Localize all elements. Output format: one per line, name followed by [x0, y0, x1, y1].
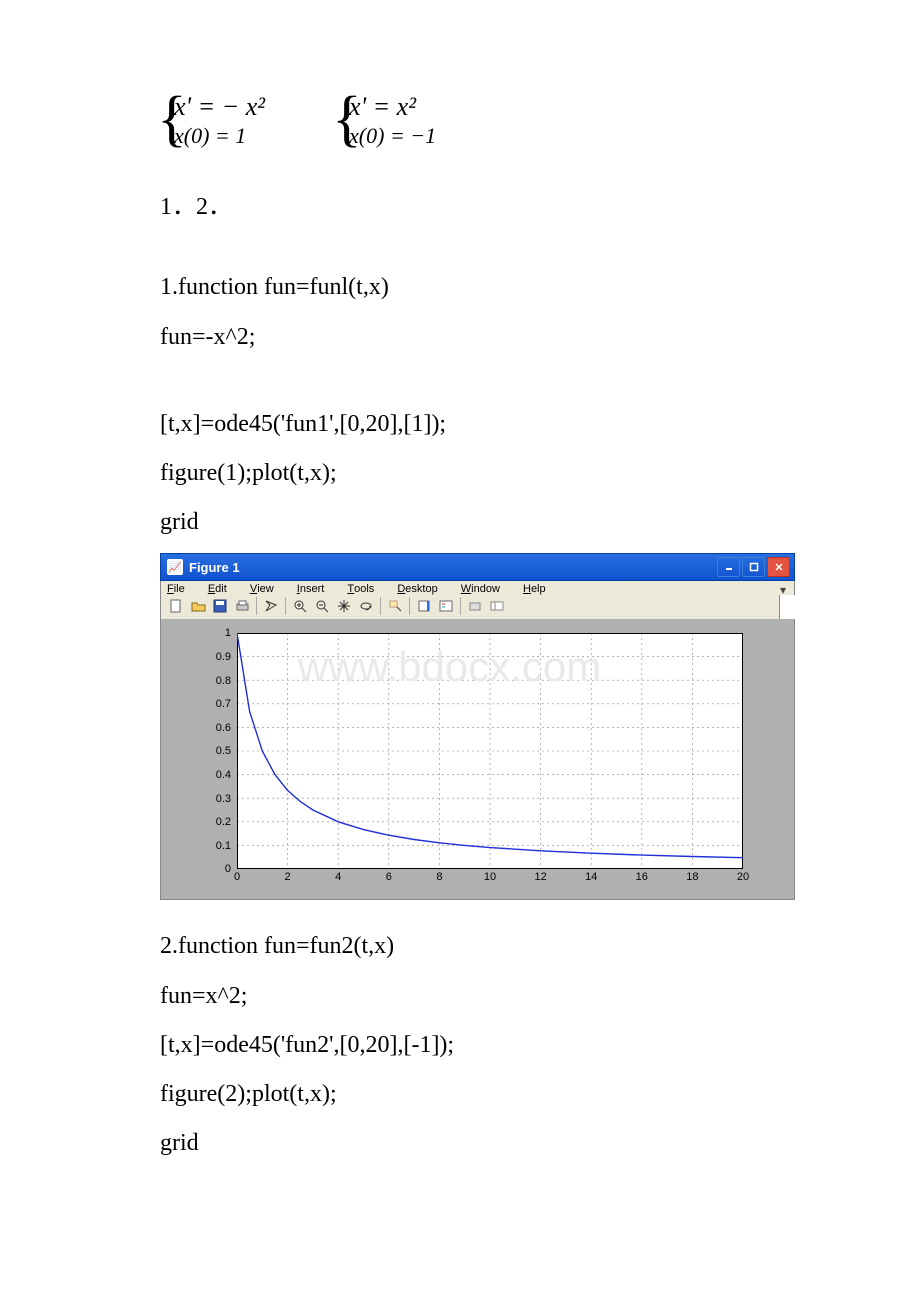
menu-window[interactable]: Window — [461, 583, 510, 595]
code2-l3: [t,x]=ode45('fun2',[0,20],[-1]); — [160, 1027, 770, 1064]
code1-l5: grid — [160, 504, 770, 541]
x-tick-label: 16 — [628, 871, 656, 891]
eq2-line1: x' = x² — [349, 90, 436, 124]
menu-help[interactable]: Help — [523, 583, 556, 595]
y-tick-label: 0.9 — [173, 651, 231, 663]
code2-l4: figure(2);plot(t,x); — [160, 1076, 770, 1113]
x-tick-label: 4 — [324, 871, 352, 891]
axes-area[interactable]: www.bdocx.com 0 0.1 0.2 0.3 0.4 0.5 0.6 0.7 0.8 0… — [173, 629, 763, 889]
matlab-figure-icon: 📈 — [167, 559, 183, 575]
minimize-button[interactable] — [717, 557, 740, 577]
x-tick-label: 14 — [577, 871, 605, 891]
y-tick-label: 0.2 — [173, 816, 231, 828]
y-tick-label: 0.6 — [173, 722, 231, 734]
x-tick-label: 18 — [678, 871, 706, 891]
print-icon[interactable] — [231, 596, 253, 616]
toolbar — [160, 595, 780, 619]
maximize-button[interactable] — [742, 557, 765, 577]
menu-insert[interactable]: Insert — [297, 583, 335, 595]
code1-l1: 1.function fun=funl(t,x) — [160, 269, 770, 306]
x-tick-label: 20 — [729, 871, 757, 891]
close-button[interactable] — [767, 557, 790, 577]
code-block-1: 1.function fun=funl(t,x) fun=-x^2; [t,x]… — [160, 269, 770, 541]
rotate3d-icon[interactable] — [355, 596, 377, 616]
equation-system-2: { x' = x² x(0) = −1 — [335, 90, 436, 150]
chart-svg: www.bdocx.com — [237, 633, 743, 869]
matlab-figure-window: 📈 Figure 1 File Edit View Insert Tools D… — [160, 553, 795, 900]
menu-tools[interactable]: Tools — [347, 583, 384, 595]
show-tools-icon[interactable] — [486, 596, 508, 616]
menu-edit[interactable]: Edit — [208, 583, 237, 595]
zoom-out-icon[interactable] — [311, 596, 333, 616]
y-tick-label: 0.4 — [173, 769, 231, 781]
x-tick-label: 12 — [527, 871, 555, 891]
window-title: Figure 1 — [189, 560, 240, 575]
code1-l4: figure(1);plot(t,x); — [160, 455, 770, 492]
x-tick-label: 8 — [425, 871, 453, 891]
menu-desktop[interactable]: Desktop — [397, 583, 447, 595]
pan-icon[interactable] — [333, 596, 355, 616]
y-tick-label: 0.8 — [173, 675, 231, 687]
code2-l5: grid — [160, 1125, 770, 1162]
eq1-line1: x' = − x² — [174, 90, 265, 124]
code1-l2: fun=-x^2; — [160, 319, 770, 356]
data-cursor-icon[interactable] — [384, 596, 406, 616]
edit-plot-icon[interactable] — [260, 596, 282, 616]
y-tick-label: 0.1 — [173, 840, 231, 852]
x-tick-label: 6 — [375, 871, 403, 891]
hide-tools-icon[interactable] — [464, 596, 486, 616]
code-block-2: 2.function fun=fun2(t,x) fun=x^2; [t,x]=… — [160, 928, 770, 1162]
x-tick-label: 10 — [476, 871, 504, 891]
y-tick-label: 1 — [173, 627, 231, 639]
code1-l3: [t,x]=ode45('fun1',[0,20],[1]); — [160, 406, 770, 443]
open-icon[interactable] — [187, 596, 209, 616]
menu-file[interactable]: File — [167, 583, 195, 595]
y-tick-label: 0.5 — [173, 745, 231, 757]
y-tick-label: 0.7 — [173, 698, 231, 710]
insert-legend-icon[interactable] — [435, 596, 457, 616]
toolbar-more-icon[interactable]: ▾ — [780, 583, 786, 597]
equation-systems: { x' = − x² x(0) = 1 { x' = x² x(0) = −1 — [160, 90, 770, 150]
code2-l1: 2.function fun=fun2(t,x) — [160, 928, 770, 965]
watermark-text: www.bdocx.com — [297, 643, 601, 690]
x-tick-label: 2 — [274, 871, 302, 891]
y-tick-label: 0.3 — [173, 793, 231, 805]
equation-system-1: { x' = − x² x(0) = 1 — [160, 90, 265, 150]
eq1-line2: x(0) = 1 — [174, 122, 265, 151]
save-icon[interactable] — [209, 596, 231, 616]
x-tick-label: 0 — [223, 871, 251, 891]
label-1-2: 1．2． — [160, 186, 770, 221]
window-title-bar[interactable]: 📈 Figure 1 — [160, 553, 795, 581]
insert-colorbar-icon[interactable] — [413, 596, 435, 616]
menu-view[interactable]: View — [250, 583, 284, 595]
new-figure-icon[interactable] — [165, 596, 187, 616]
eq2-line2: x(0) = −1 — [349, 122, 436, 151]
zoom-in-icon[interactable] — [289, 596, 311, 616]
menu-bar: File Edit View Insert Tools Desktop Wind… — [160, 581, 795, 595]
code2-l2: fun=x^2; — [160, 978, 770, 1015]
